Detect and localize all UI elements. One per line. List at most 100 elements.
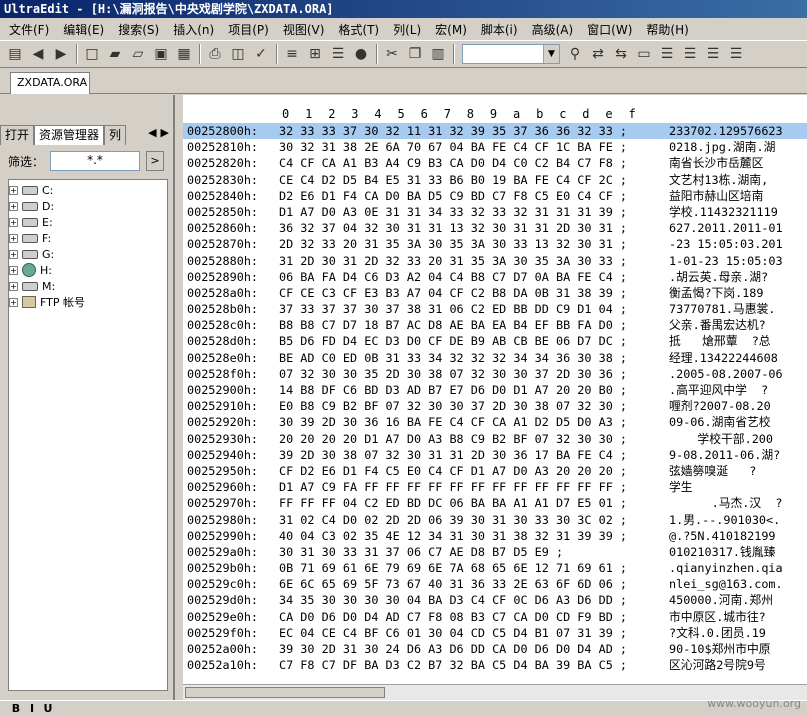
hex-row[interactable]: 002529e0h: CA D0 D6 D0 D4 AD C7 F8 08 B3 … [183,609,807,625]
hex-row[interactable]: 00252940h: 39 2D 30 38 07 32 30 31 31 2D … [183,447,807,463]
tree-item[interactable]: + C: [9,182,167,198]
tab-explorer[interactable]: 资源管理器 [34,125,105,145]
hex-row[interactable]: 00252910h: E0 B8 C9 B2 BF 07 32 30 30 37 … [183,398,807,414]
spell-check-button[interactable]: ✓ [250,43,272,65]
hex-row[interactable]: 00252850h: D1 A7 D0 A3 0E 31 31 34 33 32 … [183,204,807,220]
hex-row[interactable]: 00252960h: D1 A7 C9 FA FF FF FF FF FF FF … [183,479,807,495]
tab-list[interactable]: 列 [104,125,127,145]
italic-button[interactable]: I [24,702,40,715]
hex-row[interactable]: 00252950h: CF D2 E6 D1 F4 C5 E0 C4 CF D1 … [183,463,807,479]
expand-icon[interactable]: + [9,217,18,227]
menu-item[interactable]: 编辑(E) [56,21,111,38]
file-tab-zxdata[interactable]: ZXDATA.ORA [10,72,90,94]
menu-item[interactable]: 项目(P) [221,21,276,38]
hex-row[interactable]: 002528b0h: 37 33 37 37 30 37 38 31 06 C2 … [183,301,807,317]
expand-icon[interactable]: + [9,185,18,195]
tree-item[interactable]: + FTP 帐号 [9,294,167,310]
chevron-down-icon[interactable]: ▼ [543,45,559,63]
menu-item[interactable]: 插入(n) [166,21,221,38]
open-folder-button[interactable]: ▰ [104,43,126,65]
hex-row[interactable]: 00252800h: 32 33 33 37 30 32 11 31 32 39 … [183,123,807,140]
print-preview-button[interactable]: ◫ [227,43,249,65]
hex-row[interactable]: 002528e0h: BE AD C0 ED 0B 31 33 34 32 32 … [183,350,807,366]
tab-open[interactable]: 打开 [0,125,35,145]
tree-item[interactable]: + M: [9,278,167,294]
align-left-button[interactable]: ☰ [656,43,678,65]
format-button[interactable]: ≡ [281,43,303,65]
find-prev-button[interactable]: ⇆ [610,43,632,65]
hex-row[interactable]: 00252860h: 36 32 37 04 32 30 31 31 13 32 … [183,220,807,236]
menu-item[interactable]: 脚本(i) [474,21,525,38]
hex-row[interactable]: 002528a0h: CF CE C3 CF E3 B3 A7 04 CF C2 … [183,285,807,301]
back-arrow-button[interactable]: ◀ [27,43,49,65]
hex-row[interactable]: 00252870h: 2D 32 33 20 31 35 3A 30 35 3A … [183,236,807,252]
underline-button[interactable]: U [40,702,56,715]
menu-item[interactable]: 格式(T) [331,21,386,38]
replace-button[interactable]: ⇄ [587,43,609,65]
hex-row[interactable]: 002528c0h: B8 B8 C7 D7 18 B7 AC D8 AE BA … [183,317,807,333]
hex-row[interactable]: 00252970h: FF FF FF 04 C2 ED BD DC 06 BA … [183,495,807,511]
expand-icon[interactable]: + [9,297,18,307]
tree-item[interactable]: + E: [9,214,167,230]
bold-button[interactable]: B [8,702,24,715]
copy-button[interactable]: ❐ [404,43,426,65]
forward-arrow-button[interactable]: ▶ [50,43,72,65]
menu-item[interactable]: 搜索(S) [111,21,166,38]
cut-button[interactable]: ✂ [381,43,403,65]
compare-button[interactable]: ▭ [633,43,655,65]
tree-item[interactable]: + D: [9,198,167,214]
expand-icon[interactable]: + [9,201,18,211]
justify-button[interactable]: ☰ [725,43,747,65]
hex-row[interactable]: 00252880h: 31 2D 30 31 2D 32 33 20 31 35 … [183,253,807,269]
hex-row[interactable]: 002529b0h: 0B 71 69 61 6E 79 69 6E 7A 68 … [183,560,807,576]
hex-editor[interactable]: 0 1 2 3 4 5 6 7 89 a b c d e f 00252800h: 32 33 33 37 3… [183,95,807,700]
expand-icon[interactable]: + [9,233,18,243]
menu-item[interactable]: 视图(V) [276,21,332,38]
new-file-button[interactable]: ▤ [4,43,26,65]
filter-input[interactable]: *.* [50,151,140,171]
hex-row[interactable]: 00252990h: 40 04 C3 02 35 4E 12 34 31 30 … [183,528,807,544]
hex-row[interactable]: 002528d0h: B5 D6 FD D4 EC D3 D0 CF DE B9 … [183,333,807,349]
tab-scroll-right-icon[interactable]: ▶ [161,126,169,139]
expand-icon[interactable]: + [9,281,18,291]
filter-apply-button[interactable]: > [146,151,164,171]
hex-row[interactable]: 00252920h: 30 39 2D 30 36 16 BA FE C4 CF … [183,414,807,430]
browser-button[interactable]: ● [350,43,372,65]
close-button[interactable]: ▣ [150,43,172,65]
hex-row[interactable]: 00252a00h: 39 30 2D 31 30 24 D6 A3 D6 DD … [183,641,807,657]
menu-item[interactable]: 窗口(W) [580,21,639,38]
hex-row[interactable]: 00252900h: 14 B8 DF C6 BD D3 AD B7 E7 D6 … [183,382,807,398]
hex-row[interactable]: 002529d0h: 34 35 30 30 30 30 04 BA D3 C4 … [183,592,807,608]
menu-item[interactable]: 文件(F) [2,21,56,38]
align-center-button[interactable]: ☰ [679,43,701,65]
tree-item[interactable]: + G: [9,246,167,262]
new-button[interactable]: □ [81,43,103,65]
expand-icon[interactable]: + [9,265,18,275]
hex-row[interactable]: 00252980h: 31 02 C4 D0 02 2D 2D 06 39 30 … [183,512,807,528]
menu-item[interactable]: 宏(M) [428,21,474,38]
hex-row[interactable]: 00252830h: CE C4 D2 D5 B4 E5 31 33 B6 B0 … [183,172,807,188]
scrollbar-thumb[interactable] [185,687,385,698]
hex-row[interactable]: 00252820h: C4 CF CA A1 B3 A4 C9 B3 CA D0 … [183,155,807,171]
hex-row[interactable]: 00252890h: 06 BA FA D4 C6 D3 A2 04 C4 B8 … [183,269,807,285]
hex-mode-button[interactable]: ⊞ [304,43,326,65]
hex-row[interactable]: 00252810h: 30 32 31 38 2E 6A 70 67 04 BA … [183,139,807,155]
open-button[interactable]: ▱ [127,43,149,65]
expand-icon[interactable]: + [9,249,18,259]
hex-row[interactable]: 002529a0h: 30 31 30 33 31 37 06 C7 AE D8 … [183,544,807,560]
search-combo[interactable]: ▼ [462,44,560,64]
tree-item[interactable]: + F: [9,230,167,246]
save-button[interactable]: ▦ [173,43,195,65]
tree-item[interactable]: + H: [9,262,167,278]
paste-button[interactable]: ▥ [427,43,449,65]
print-button[interactable]: ⎙ [204,43,226,65]
align-right-button[interactable]: ☰ [702,43,724,65]
hex-row[interactable]: 002529f0h: EC 04 CE C4 BF C6 01 30 04 CD … [183,625,807,641]
menu-item[interactable]: 高级(A) [525,21,581,38]
hex-row[interactable]: 00252930h: 20 20 20 20 D1 A7 D0 A3 B8 C9 … [183,431,807,447]
properties-button[interactable]: ☰ [327,43,349,65]
menu-item[interactable]: 帮助(H) [639,21,695,38]
hex-row[interactable]: 002529c0h: 6E 6C 65 69 5F 73 67 40 31 36 … [183,576,807,592]
tab-scroll-left-icon[interactable]: ◀ [148,126,156,139]
hex-row[interactable]: 002528f0h: 07 32 30 30 35 2D 30 38 07 32 … [183,366,807,382]
